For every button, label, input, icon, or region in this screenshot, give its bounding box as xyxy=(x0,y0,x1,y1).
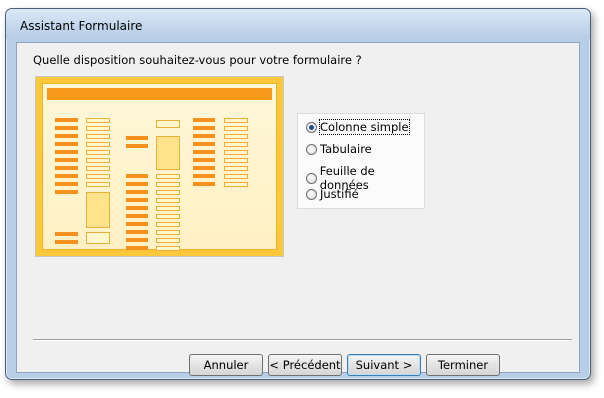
preview-label-bar xyxy=(55,118,78,122)
option-colonne-simple[interactable]: Colonne simple xyxy=(306,119,410,135)
radio-icon[interactable] xyxy=(306,172,317,184)
preview-field-box xyxy=(156,174,180,179)
preview-label-bar xyxy=(126,136,148,140)
option-tabulaire[interactable]: Tabulaire xyxy=(306,142,372,156)
preview-label-bar xyxy=(126,206,148,210)
option-label: Justifié xyxy=(320,187,359,201)
preview-field-box xyxy=(224,158,248,163)
preview-label-bar xyxy=(55,150,78,154)
preview-field-box xyxy=(86,150,110,155)
preview-label-bar xyxy=(55,142,78,146)
option-label: Tabulaire xyxy=(320,142,372,156)
preview-field-box xyxy=(156,120,180,128)
preview-field-box xyxy=(224,126,248,131)
preview-label-bar xyxy=(193,174,215,178)
preview-label-bar xyxy=(193,142,215,146)
preview-label-bar xyxy=(55,166,78,170)
preview-field-box xyxy=(156,190,180,195)
preview-label-bar xyxy=(126,182,148,186)
preview-memo-box xyxy=(156,136,180,170)
layout-option-group: Colonne simple Tabulaire Feuille de donn… xyxy=(297,113,425,209)
preview-form-header xyxy=(47,88,272,100)
preview-label-bar xyxy=(193,118,215,122)
preview-field-box xyxy=(224,134,248,139)
preview-label-bar xyxy=(126,222,148,226)
preview-label-bar xyxy=(193,182,215,186)
cancel-button[interactable]: Annuler xyxy=(189,354,263,376)
preview-field-box xyxy=(224,118,248,123)
preview-label-bar xyxy=(55,158,78,162)
preview-field-box xyxy=(86,142,110,147)
preview-label-bar xyxy=(55,232,78,236)
preview-field-box xyxy=(224,182,248,187)
previous-button[interactable]: < Précédent xyxy=(268,354,342,376)
preview-label-bar xyxy=(126,144,148,148)
preview-label-bar xyxy=(55,134,78,138)
preview-label-bar xyxy=(55,126,78,130)
preview-field-box xyxy=(86,134,110,139)
dialog-body: Quelle disposition souhaitez-vous pour v… xyxy=(16,42,580,376)
preview-memo-box xyxy=(86,192,110,228)
layout-preview-image xyxy=(35,76,284,257)
preview-label-bar xyxy=(126,174,148,178)
preview-field-box xyxy=(156,182,180,187)
preview-label-bar xyxy=(126,190,148,194)
preview-field-box xyxy=(156,222,180,227)
preview-label-bar xyxy=(126,246,148,250)
preview-label-bar xyxy=(55,240,78,244)
preview-field-box xyxy=(86,232,110,244)
preview-label-bar xyxy=(55,182,78,186)
preview-label-bar xyxy=(193,166,215,170)
preview-field-box xyxy=(86,158,110,163)
preview-label-bar xyxy=(55,190,78,194)
preview-field-box xyxy=(156,246,180,251)
preview-field-box xyxy=(86,118,110,123)
finish-button[interactable]: Terminer xyxy=(426,354,500,376)
preview-field-box xyxy=(156,230,180,235)
wizard-window: Assistant Formulaire Quelle disposition … xyxy=(5,8,591,380)
preview-field-box xyxy=(156,206,180,211)
preview-label-bar xyxy=(193,158,215,162)
preview-label-bar xyxy=(55,174,78,178)
preview-label-bar xyxy=(126,230,148,234)
option-label: Colonne simple xyxy=(319,119,410,135)
window-title: Assistant Formulaire xyxy=(20,19,143,33)
preview-label-bar xyxy=(193,150,215,154)
preview-label-bar xyxy=(193,134,215,138)
preview-field-box xyxy=(156,238,180,243)
title-bar[interactable]: Assistant Formulaire xyxy=(6,9,590,39)
radio-icon[interactable] xyxy=(306,188,317,200)
radio-icon[interactable] xyxy=(306,143,317,155)
preview-label-bar xyxy=(193,126,215,130)
preview-label-bar xyxy=(126,198,148,202)
preview-label-bar xyxy=(126,214,148,218)
question-text: Quelle disposition souhaitez-vous pour v… xyxy=(33,53,362,67)
preview-field-box xyxy=(86,182,110,187)
option-justifie[interactable]: Justifié xyxy=(306,187,359,201)
preview-field-box xyxy=(224,166,248,171)
preview-label-bar xyxy=(126,238,148,242)
button-separator xyxy=(33,339,572,341)
preview-field-box xyxy=(86,174,110,179)
preview-field-box xyxy=(156,214,180,219)
preview-field-box xyxy=(156,198,180,203)
preview-field-box xyxy=(86,126,110,131)
next-button[interactable]: Suivant > xyxy=(347,354,421,376)
preview-field-box xyxy=(224,142,248,147)
radio-selected-icon[interactable] xyxy=(306,121,317,133)
preview-field-box xyxy=(224,174,248,179)
preview-field-box xyxy=(224,150,248,155)
preview-form-sheet xyxy=(42,83,277,251)
preview-field-box xyxy=(86,166,110,171)
